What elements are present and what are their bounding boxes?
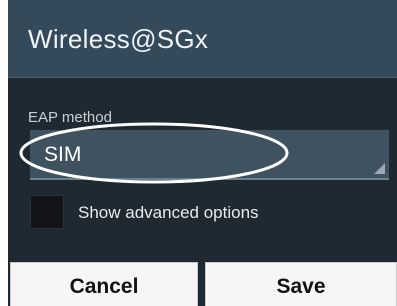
dropdown-corner-icon (374, 163, 385, 174)
wifi-config-dialog: Wireless@SGx EAP method SIM Show advance… (8, 0, 397, 306)
cancel-button[interactable]: Cancel (10, 262, 198, 306)
dialog-title: Wireless@SGx (28, 24, 209, 54)
save-button[interactable]: Save (205, 262, 397, 306)
dialog-button-bar: Cancel Save (8, 258, 397, 306)
show-advanced-options-label: Show advanced options (78, 203, 259, 222)
dialog-title-bar: Wireless@SGx (8, 0, 397, 78)
eap-method-label: EAP method (28, 109, 112, 126)
show-advanced-options-row[interactable]: Show advanced options (30, 193, 360, 231)
eap-method-dropdown[interactable]: SIM (30, 130, 389, 180)
eap-method-value: SIM (44, 143, 82, 166)
show-advanced-options-checkbox[interactable] (30, 195, 64, 229)
